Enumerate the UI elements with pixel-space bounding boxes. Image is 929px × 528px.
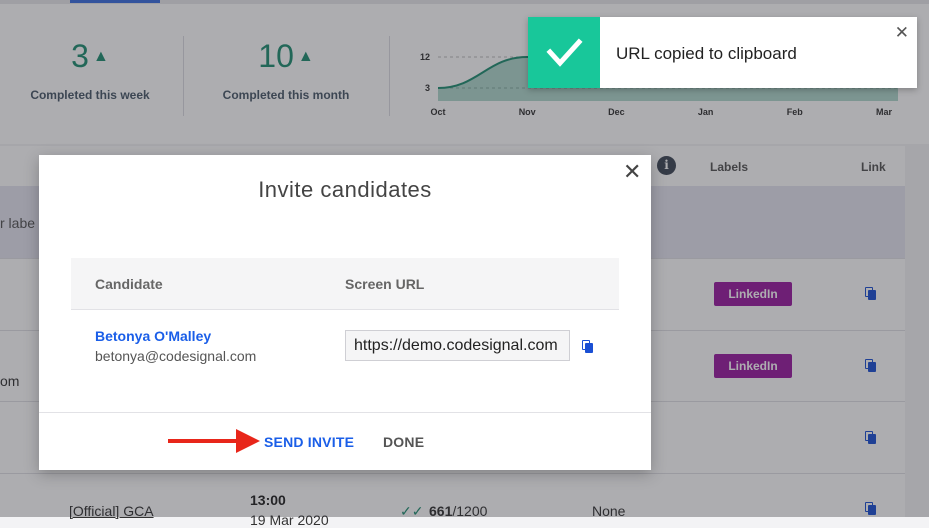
candidate-name[interactable]: Betonya O'Malley <box>95 328 211 344</box>
modal-title: Invite candidates <box>258 177 432 202</box>
copy-url-icon[interactable] <box>582 340 593 353</box>
modal-close-icon[interactable]: ✕ <box>623 159 641 185</box>
clipboard-toast: URL copied to clipboard ✕ <box>528 17 917 88</box>
toast-status <box>528 17 600 88</box>
toast-close-icon[interactable]: ✕ <box>895 23 909 43</box>
invite-table-header: Candidate Screen URL <box>71 258 619 310</box>
modal-footer-divider <box>39 412 651 413</box>
toast-message: URL copied to clipboard <box>616 44 797 63</box>
checkmark-icon <box>546 38 583 67</box>
col-header-screen-url: Screen URL <box>345 276 425 292</box>
screen-url-field[interactable] <box>345 330 570 361</box>
invite-modal: Invite candidates ✕ Candidate Screen URL… <box>39 155 651 470</box>
candidate-email: betonya@codesignal.com <box>95 348 257 364</box>
done-button[interactable]: DONE <box>383 434 424 450</box>
send-invite-button[interactable]: SEND INVITE <box>264 434 354 450</box>
red-arrow-icon <box>168 429 260 453</box>
col-header-candidate: Candidate <box>95 276 163 292</box>
